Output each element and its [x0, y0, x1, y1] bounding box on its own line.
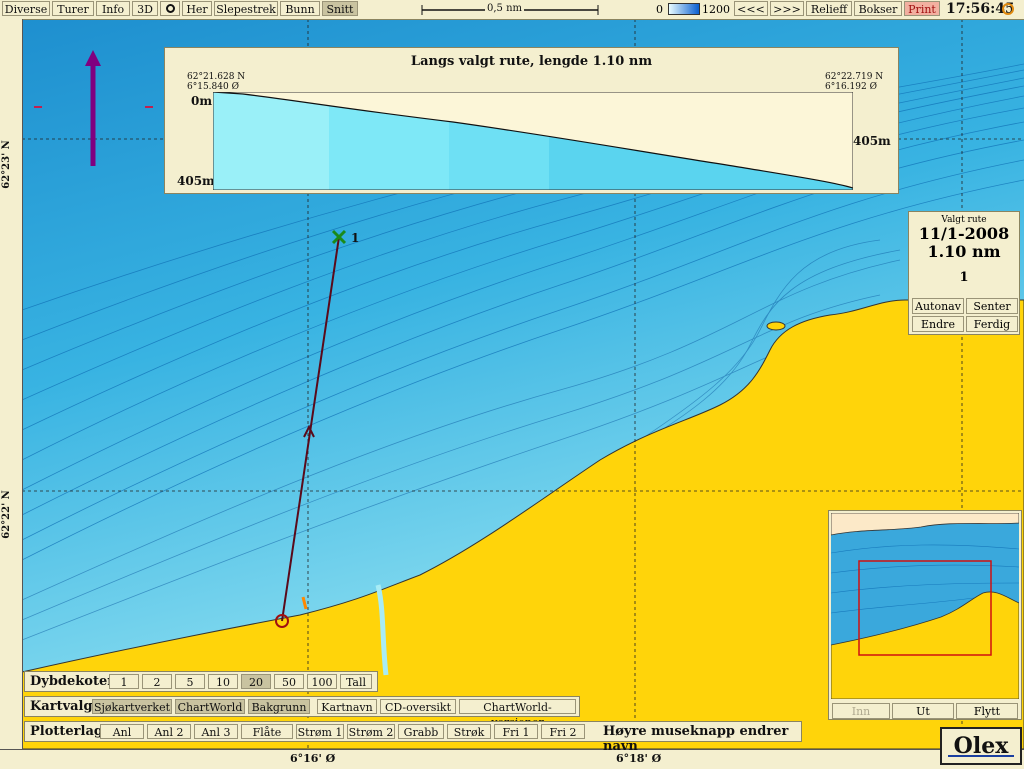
layer-grabb-button[interactable]: Grabb — [398, 724, 444, 739]
depth-scale-max: 1200 — [702, 3, 730, 16]
relieff-button[interactable]: Relieff — [806, 1, 852, 16]
layer-fri1-button[interactable]: Fri 1 — [494, 724, 538, 739]
menu-diverse[interactable]: Diverse — [2, 1, 50, 16]
cd-oversikt-button[interactable]: CD-oversikt — [380, 699, 456, 714]
ferdig-button[interactable]: Ferdig — [966, 316, 1018, 332]
bakgrunn-button[interactable]: Bakgrunn — [248, 699, 310, 714]
profile-depth-bottom: 405m — [177, 174, 215, 188]
scale-label: 0,5 nm — [485, 3, 525, 14]
autonav-button[interactable]: Autonav — [912, 298, 964, 314]
layer-anl-button[interactable]: Anl — [100, 724, 144, 739]
chartworld-button[interactable]: ChartWorld — [175, 699, 245, 714]
depth-profile-panel: Langs valgt rute, lengde 1.10 nm 62°21.6… — [164, 47, 899, 194]
chartworld-versjoner-button[interactable]: ChartWorld-versjoner — [459, 699, 576, 729]
lat-label-bottom: 62°22' N — [0, 490, 12, 539]
profile-title: Langs valgt rute, lengde 1.10 nm — [410, 54, 653, 69]
contour-100-button[interactable]: 100 — [307, 674, 337, 689]
sun-icon[interactable] — [1002, 3, 1014, 15]
profile-depth-right: 405m — [853, 134, 891, 148]
contour-50-button[interactable]: 50 — [274, 674, 304, 689]
menu-slepestrek[interactable]: Slepestrek — [214, 1, 278, 16]
menu-bunn[interactable]: Bunn — [280, 1, 320, 16]
contour-10-button[interactable]: 10 — [208, 674, 238, 689]
dybdekoter-panel: Dybdekoter 1 2 5 10 20 50 100 Tall — [24, 671, 378, 692]
sjokartverket-button[interactable]: Sjøkartverket — [92, 699, 172, 714]
layer-flate-button[interactable]: Flåte — [241, 724, 293, 739]
lon-label-left: 6°16' Ø — [290, 752, 336, 765]
layer-anl2-button[interactable]: Anl 2 — [147, 724, 191, 739]
senter-button[interactable]: Senter — [966, 298, 1018, 314]
layer-fri2-button[interactable]: Fri 2 — [541, 724, 585, 739]
profile-depth-top: 0m — [191, 94, 213, 108]
layer-anl3-button[interactable]: Anl 3 — [194, 724, 238, 739]
layer-strok-button[interactable]: Strøk — [447, 724, 491, 739]
depth-profile-graph — [213, 92, 853, 190]
plotterlag-panel: Plotterlag Anl Anl 2 Anl 3 Flåte Strøm 1… — [24, 721, 802, 754]
menu-snitt[interactable]: Snitt — [322, 1, 358, 16]
profile-start-lat: 62°21.628 N — [187, 72, 246, 82]
longitude-ruler — [0, 749, 1024, 769]
kartnavn-button[interactable]: Kartnavn — [317, 699, 377, 714]
layer-strom1-button[interactable]: Strøm 1 — [296, 724, 344, 739]
minimap-zoom-out-button[interactable]: Ut — [892, 703, 954, 719]
minimap-chart[interactable] — [831, 513, 1019, 699]
contour-tall-button[interactable]: Tall — [340, 674, 372, 689]
contour-2-button[interactable]: 2 — [142, 674, 172, 689]
overview-minimap[interactable]: Inn Ut Flytt — [828, 510, 1022, 720]
plotterlag-hint: Høyre museknapp endrer navn — [603, 724, 789, 754]
lat-label-top: 62°23' N — [0, 140, 12, 189]
contour-1-button[interactable]: 1 — [109, 674, 139, 689]
depth-color-scale — [668, 3, 700, 15]
contour-20-button[interactable]: 20 — [241, 674, 271, 689]
dybdekoter-label: Dybdekoter — [30, 674, 115, 689]
endre-button[interactable]: Endre — [912, 316, 964, 332]
menu-info[interactable]: Info — [96, 1, 130, 16]
waypoint-label: 1 — [351, 231, 359, 245]
olex-logo: Olex — [940, 727, 1022, 765]
route-count: 1 — [959, 270, 969, 285]
top-toolbar: Diverse Turer Info 3D Her Slepestrek Bun… — [0, 0, 1024, 20]
latitude-ruler: 62°23' N 62°22' N — [0, 19, 23, 749]
kartvalg-panel: Kartvalg Sjøkartverket ChartWorld Bakgru… — [24, 696, 580, 729]
depth-scale-min: 0 — [656, 3, 663, 16]
plotterlag-label: Plotterlag — [30, 724, 103, 739]
profile-end-lon: 6°16.192 Ø — [825, 82, 877, 92]
menu-turer[interactable]: Turer — [52, 1, 94, 16]
nav-back-button[interactable]: <<< — [734, 1, 768, 16]
profile-start-lon: 6°15.840 Ø — [187, 82, 239, 92]
bokser-button[interactable]: Bokser — [854, 1, 902, 16]
route-date: 11/1-2008 — [918, 224, 1010, 243]
contour-5-button[interactable]: 5 — [175, 674, 205, 689]
minimap-move-button[interactable]: Flytt — [956, 703, 1018, 719]
print-button[interactable]: Print — [904, 1, 940, 16]
layer-strom2-button[interactable]: Strøm 2 — [347, 724, 395, 739]
route-length: 1.10 nm — [927, 242, 1001, 261]
target-icon[interactable] — [160, 1, 180, 16]
kartvalg-label: Kartvalg — [30, 699, 93, 714]
minimap-zoom-in-button[interactable]: Inn — [832, 703, 890, 719]
nav-forward-button[interactable]: >>> — [770, 1, 804, 16]
profile-end-lat: 62°22.719 N — [825, 72, 884, 82]
route-info-panel: Valgt rute 11/1-2008 1.10 nm 1 Autonav S… — [908, 211, 1020, 335]
menu-3d[interactable]: 3D — [132, 1, 158, 16]
menu-her[interactable]: Her — [182, 1, 212, 16]
